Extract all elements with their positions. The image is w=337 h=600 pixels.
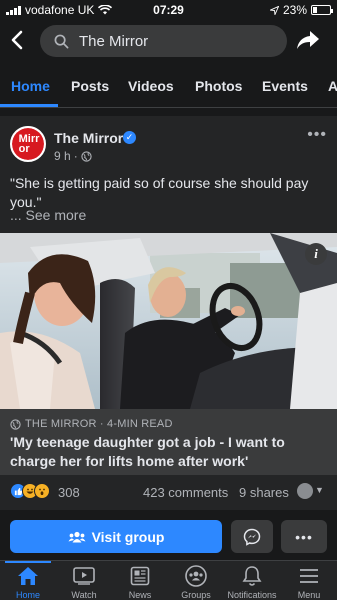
- wow-reaction-icon: [34, 483, 50, 499]
- verified-badge-icon: ✓: [123, 131, 136, 144]
- watch-icon: [73, 567, 95, 585]
- page-name[interactable]: The Mirror: [54, 130, 123, 146]
- link-source: THE MIRROR · 4-MIN READ: [10, 418, 173, 430]
- share-button[interactable]: [296, 30, 322, 52]
- nav-groups[interactable]: Groups: [168, 561, 224, 600]
- tab-videos[interactable]: Videos: [128, 78, 174, 94]
- nav-groups-label: Groups: [181, 590, 211, 600]
- tab-home[interactable]: Home: [11, 78, 50, 94]
- status-right: 23%: [269, 3, 333, 17]
- more-options-button[interactable]: •••: [281, 520, 327, 553]
- nav-notifications[interactable]: Notifications: [224, 561, 280, 600]
- bottom-navigation: Home Watch News Groups Notifications Men…: [0, 560, 337, 600]
- link-headline: 'My teenage daughter got a job - I want …: [10, 434, 285, 469]
- see-more-link[interactable]: ... See more: [10, 207, 86, 223]
- separator-dot: ·: [73, 149, 78, 163]
- bell-icon: [242, 566, 262, 586]
- groups-icon: [68, 531, 86, 542]
- search-input[interactable]: The Mirror: [40, 25, 287, 57]
- shares-count[interactable]: 9 shares: [239, 485, 289, 500]
- car-interior-photo: [0, 233, 337, 409]
- status-bar: vodafone UK 07:29 23%: [0, 0, 337, 20]
- nav-active-indicator: [5, 561, 51, 563]
- search-header: The Mirror: [0, 22, 337, 62]
- nav-menu[interactable]: Menu: [281, 561, 337, 600]
- reaction-icons[interactable]: [10, 483, 50, 499]
- visit-group-button[interactable]: Visit group: [10, 520, 222, 553]
- battery-percent: 23%: [282, 3, 307, 17]
- nav-notifications-label: Notifications: [227, 590, 277, 600]
- tab-events[interactable]: Events: [262, 78, 308, 94]
- group-actions: Visit group •••: [0, 512, 337, 560]
- nav-home[interactable]: Home: [0, 561, 56, 600]
- post-time: 9 h: [54, 149, 71, 163]
- home-icon: [18, 567, 38, 585]
- tab-about[interactable]: A: [328, 78, 337, 94]
- share-arrow-icon: [297, 31, 319, 49]
- nav-menu-label: Menu: [297, 590, 321, 600]
- nav-news[interactable]: News: [112, 561, 168, 600]
- reactor-avatar[interactable]: [297, 483, 313, 499]
- nav-watch-label: Watch: [71, 590, 97, 600]
- post-options-button[interactable]: •••: [307, 126, 327, 144]
- reaction-count[interactable]: 308: [58, 485, 80, 500]
- tab-photos[interactable]: Photos: [195, 78, 242, 94]
- nav-news-label: News: [128, 590, 152, 600]
- groups-icon: [185, 565, 207, 587]
- message-button[interactable]: [231, 520, 273, 553]
- tab-posts[interactable]: Posts: [71, 78, 109, 94]
- nav-home-label: Home: [15, 590, 40, 600]
- active-tab-indicator: [0, 104, 58, 107]
- page-avatar[interactable]: Mirr or: [10, 126, 46, 162]
- comments-count[interactable]: 423 comments: [143, 485, 228, 500]
- location-arrow-icon: [269, 5, 279, 15]
- messenger-icon: [243, 528, 261, 546]
- reactions-summary: 308 423 comments 9 shares ▼: [0, 481, 337, 505]
- post-image[interactable]: i: [0, 233, 337, 409]
- search-query: The Mirror: [79, 32, 149, 50]
- globe-icon: [81, 150, 92, 162]
- chevron-left-icon: [11, 30, 23, 50]
- post-card: Mirr or The Mirror ✓ 9 h · ••• "She is ge…: [0, 116, 337, 510]
- globe-icon: [10, 418, 21, 430]
- info-button[interactable]: i: [305, 243, 327, 265]
- page-tabs: Home Posts Videos Photos Events A: [0, 64, 337, 108]
- search-icon: [54, 34, 69, 48]
- link-preview[interactable]: THE MIRROR · 4-MIN READ 'My teenage daug…: [0, 409, 337, 475]
- post-meta: 9 h ·: [54, 149, 92, 163]
- nav-watch[interactable]: Watch: [56, 561, 112, 600]
- visit-group-label: Visit group: [91, 528, 165, 545]
- battery-icon: [311, 5, 333, 15]
- chevron-down-icon[interactable]: ▼: [315, 485, 324, 495]
- mirror-logo: Mirr or: [12, 128, 44, 160]
- menu-icon: [300, 569, 318, 583]
- news-icon: [130, 566, 150, 586]
- link-source-text: THE MIRROR · 4-MIN READ: [25, 418, 173, 430]
- back-button[interactable]: [10, 30, 30, 52]
